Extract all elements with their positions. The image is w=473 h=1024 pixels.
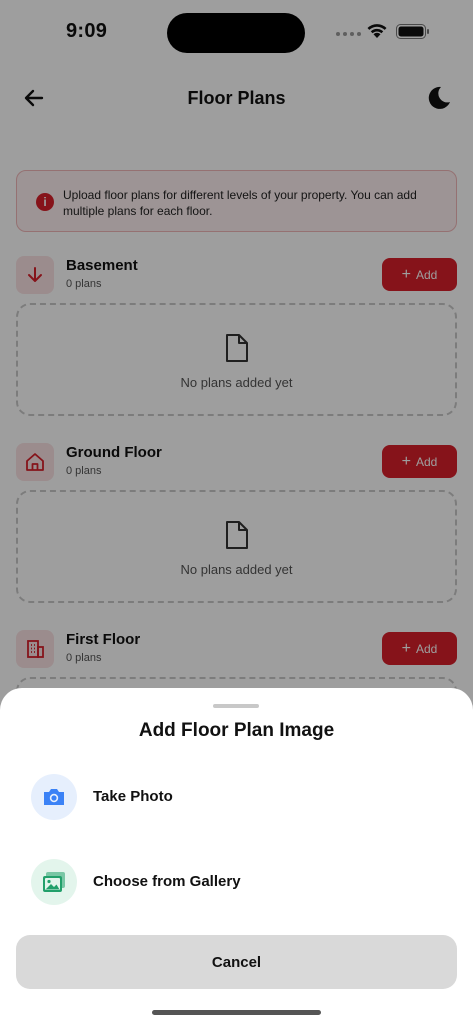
option-icon-badge — [31, 774, 77, 820]
option-label: Take Photo — [93, 788, 173, 805]
option-icon-badge — [31, 859, 77, 905]
sheet-grabber[interactable] — [213, 704, 259, 708]
home-indicator — [152, 1010, 321, 1015]
cancel-button[interactable]: Cancel — [16, 935, 457, 989]
gallery-icon — [43, 872, 65, 892]
take-photo-option[interactable]: Take Photo — [31, 774, 441, 820]
camera-icon — [44, 789, 64, 805]
sheet-title: Add Floor Plan Image — [138, 720, 335, 741]
bottom-sheet: Add Floor Plan Image Take Photo Choose f… — [0, 688, 473, 1024]
option-label: Choose from Gallery — [93, 873, 241, 890]
choose-from-gallery-option[interactable]: Choose from Gallery — [31, 859, 441, 905]
